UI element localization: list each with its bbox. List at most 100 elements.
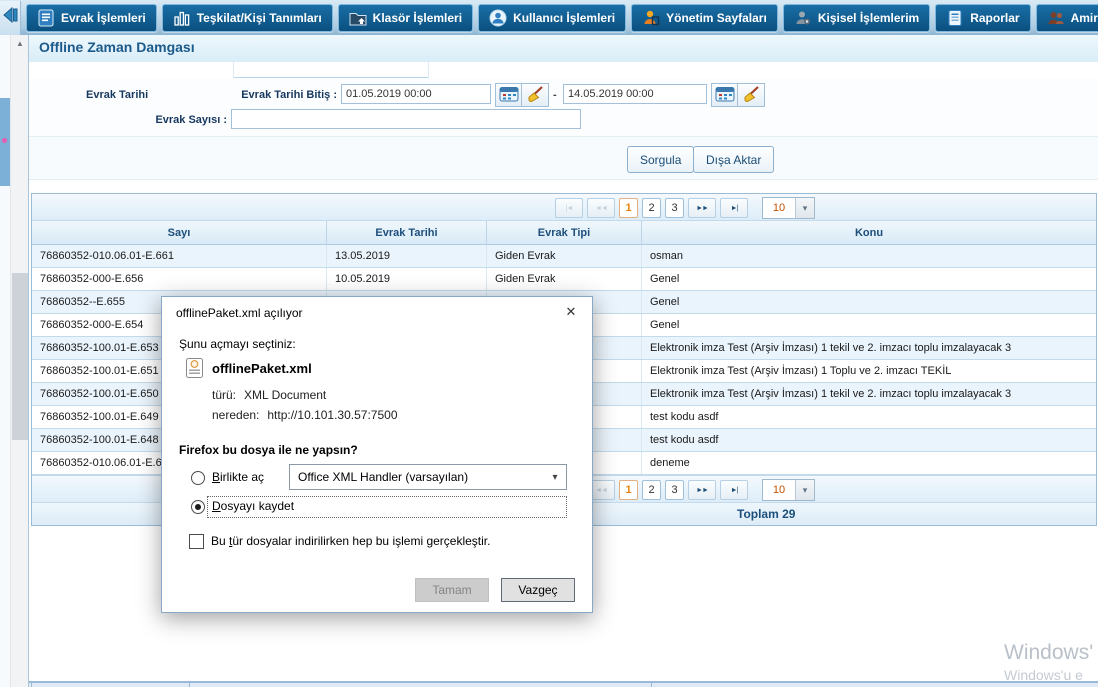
column-header-konu[interactable]: Konu — [642, 221, 1096, 244]
date-range-separator: - — [553, 84, 557, 106]
left-panel-marker-dot — [2, 138, 7, 143]
nav-menu-item[interactable]: Klasör İşlemleri — [338, 4, 473, 32]
first-page-button[interactable]: |◄ — [555, 198, 583, 218]
open-with-select[interactable]: Office XML Handler (varsayılan) ▾ — [289, 464, 567, 490]
column-header-evrak-tarihi[interactable]: Evrak Tarihi — [327, 221, 487, 244]
page-size-select[interactable]: 10▾ — [762, 197, 815, 219]
next-page-button[interactable]: ►► — [688, 198, 716, 218]
nav-menu-item[interactable]: Kişisel İşlemlerim — [783, 4, 930, 32]
table-row[interactable]: 76860352-000-E.656 10.05.2019 Giden Evra… — [32, 268, 1096, 291]
page-button-1[interactable]: 1 — [619, 480, 638, 500]
date-start-clear-button[interactable] — [521, 83, 549, 107]
report-icon — [946, 9, 964, 27]
nav-menu-item[interactable]: Raporlar — [935, 4, 1030, 32]
table-row[interactable]: 76860352-010.06.01-E.661 13.05.2019 Gide… — [32, 245, 1096, 268]
pager-controls: |◄◄◄123►►►|10▾ — [555, 479, 815, 501]
nav-menu-item[interactable]: Kullanıcı İşlemleri — [478, 4, 626, 32]
nav-menu-item[interactable]: Yönetim Sayfaları — [631, 4, 778, 32]
cell-sayi: 76860352-010.06.01-E.661 — [32, 245, 327, 267]
file-type-label: türü: — [212, 388, 236, 402]
open-with-label[interactable]: Birlikte aç — [212, 470, 264, 484]
file-type-value: XML Document — [244, 388, 326, 402]
page-button-3[interactable]: 3 — [665, 198, 684, 218]
cell-konu: Genel — [642, 291, 1096, 313]
cell-evrak-tipi: Giden Evrak — [487, 268, 642, 290]
next-page-button[interactable]: ►► — [688, 480, 716, 500]
date-start-calendar-button[interactable] — [495, 83, 523, 107]
evrak-sayisi-input[interactable] — [231, 109, 581, 129]
save-file-label[interactable]: Dosyayı kaydet — [212, 499, 294, 513]
orgchart-icon — [173, 9, 191, 27]
remember-checkbox[interactable] — [189, 534, 204, 549]
date-start-input[interactable] — [341, 84, 491, 104]
date-end-calendar-button[interactable] — [711, 83, 739, 107]
supervisor-icon — [1047, 9, 1065, 27]
last-page-button[interactable]: ►| — [720, 198, 748, 218]
scrollbar-thumb[interactable] — [12, 273, 28, 440]
cell-sayi: 76860352-000-E.656 — [32, 268, 327, 290]
download-dialog: offlinePaket.xml açılıyor ✕ Şunu açmayı … — [161, 296, 593, 613]
page-button-3[interactable]: 3 — [665, 480, 684, 500]
scroll-up-icon[interactable]: ▲ — [11, 35, 29, 51]
xml-file-icon — [186, 358, 203, 381]
disa-aktar-button[interactable]: Dışa Aktar — [693, 146, 774, 173]
cancel-button[interactable]: Vazgeç — [501, 578, 575, 602]
open-with-radio[interactable] — [191, 471, 205, 485]
open-with-selected-value: Office XML Handler (varsayılan) — [290, 470, 544, 484]
collapse-panel-button[interactable] — [0, 1, 21, 35]
dialog-file-name: offlinePaket.xml — [212, 361, 312, 376]
file-source-label: nereden: — [212, 408, 259, 422]
pager-top: |◄◄◄123►►►| 10▾ — [32, 194, 1096, 221]
document-icon — [37, 9, 55, 27]
column-header-evrak-tipi[interactable]: Evrak Tipi — [487, 221, 642, 244]
remember-label[interactable]: Bu tür dosyalar indirilirken hep bu işle… — [211, 534, 490, 548]
evrak-tarihi-label: Evrak Tarihi — [86, 84, 148, 106]
cell-evrak-tarihi: 10.05.2019 — [327, 268, 487, 290]
total-label: Toplam 29 — [737, 507, 795, 521]
date-end-clear-button[interactable] — [737, 83, 765, 107]
prev-page-button[interactable]: ◄◄ — [587, 198, 615, 218]
collapse-left-icon — [0, 5, 20, 30]
ok-button[interactable]: Tamam — [415, 578, 489, 602]
save-file-radio[interactable] — [191, 500, 205, 514]
page-size-value: 10 — [763, 480, 795, 500]
calendar-icon — [715, 86, 735, 105]
page-button-2[interactable]: 2 — [642, 480, 661, 500]
nav-menu-item[interactable]: Amir İşlemleri — [1036, 4, 1098, 32]
dialog-file-source-row: nereden: http://10.101.30.57:7500 — [212, 408, 398, 422]
evrak-tarihi-bitis-label: Evrak Tarihi Bitiş : — [209, 84, 337, 106]
dialog-file-type-row: türü: XML Document — [212, 388, 326, 402]
calendar-icon — [499, 86, 519, 105]
page-button-1[interactable]: 1 — [619, 198, 638, 218]
sorgula-button[interactable]: Sorgula — [627, 146, 694, 173]
cell-konu: Elektronik imza Test (Arşiv İmzası) 1 te… — [642, 383, 1096, 405]
filter-form: Evrak Tarihi Evrak Tarihi Bitiş : - — [29, 78, 1098, 136]
column-header-sayi[interactable]: Sayı — [32, 221, 327, 244]
pager-controls: |◄◄◄123►►►| 10▾ — [555, 197, 815, 219]
dialog-intro-text: Şunu açmayı seçtiniz: — [179, 337, 296, 351]
dialog-question: Firefox bu dosya ile ne yapsın? — [179, 443, 358, 457]
tab-strip — [29, 62, 1098, 78]
broom-icon — [525, 85, 545, 106]
last-page-button[interactable]: ►| — [720, 480, 748, 500]
file-source-value: http://10.101.30.57:7500 — [267, 408, 397, 422]
date-end-input[interactable] — [563, 84, 707, 104]
cell-konu: test kodu asdf — [642, 429, 1096, 451]
broom-icon — [741, 85, 761, 106]
vertical-scrollbar[interactable]: ▲ — [10, 35, 29, 687]
nav-menu-item[interactable]: Evrak İşlemleri — [26, 4, 157, 32]
chevron-down-icon: ▾ — [795, 198, 814, 218]
close-icon[interactable]: ✕ — [558, 302, 584, 322]
chevron-down-icon: ▾ — [544, 472, 566, 483]
app-screen: Evrak İşlemleri Teşkilat/Kişi Tanımları … — [0, 0, 1098, 687]
second-grid-edge — [29, 681, 1098, 687]
dialog-title: offlinePaket.xml açılıyor — [176, 306, 303, 320]
cell-konu: test kodu asdf — [642, 406, 1096, 428]
cell-konu: Elektronik imza Test (Arşiv İmzası) 1 To… — [642, 360, 1096, 382]
folder-icon — [349, 9, 367, 27]
cell-konu: osman — [642, 245, 1096, 267]
nav-menu-item[interactable]: Teşkilat/Kişi Tanımları — [162, 4, 333, 32]
page-button-2[interactable]: 2 — [642, 198, 661, 218]
page-title-bar: Offline Zaman Damgası — [29, 35, 1098, 63]
page-size-select[interactable]: 10▾ — [762, 479, 815, 501]
